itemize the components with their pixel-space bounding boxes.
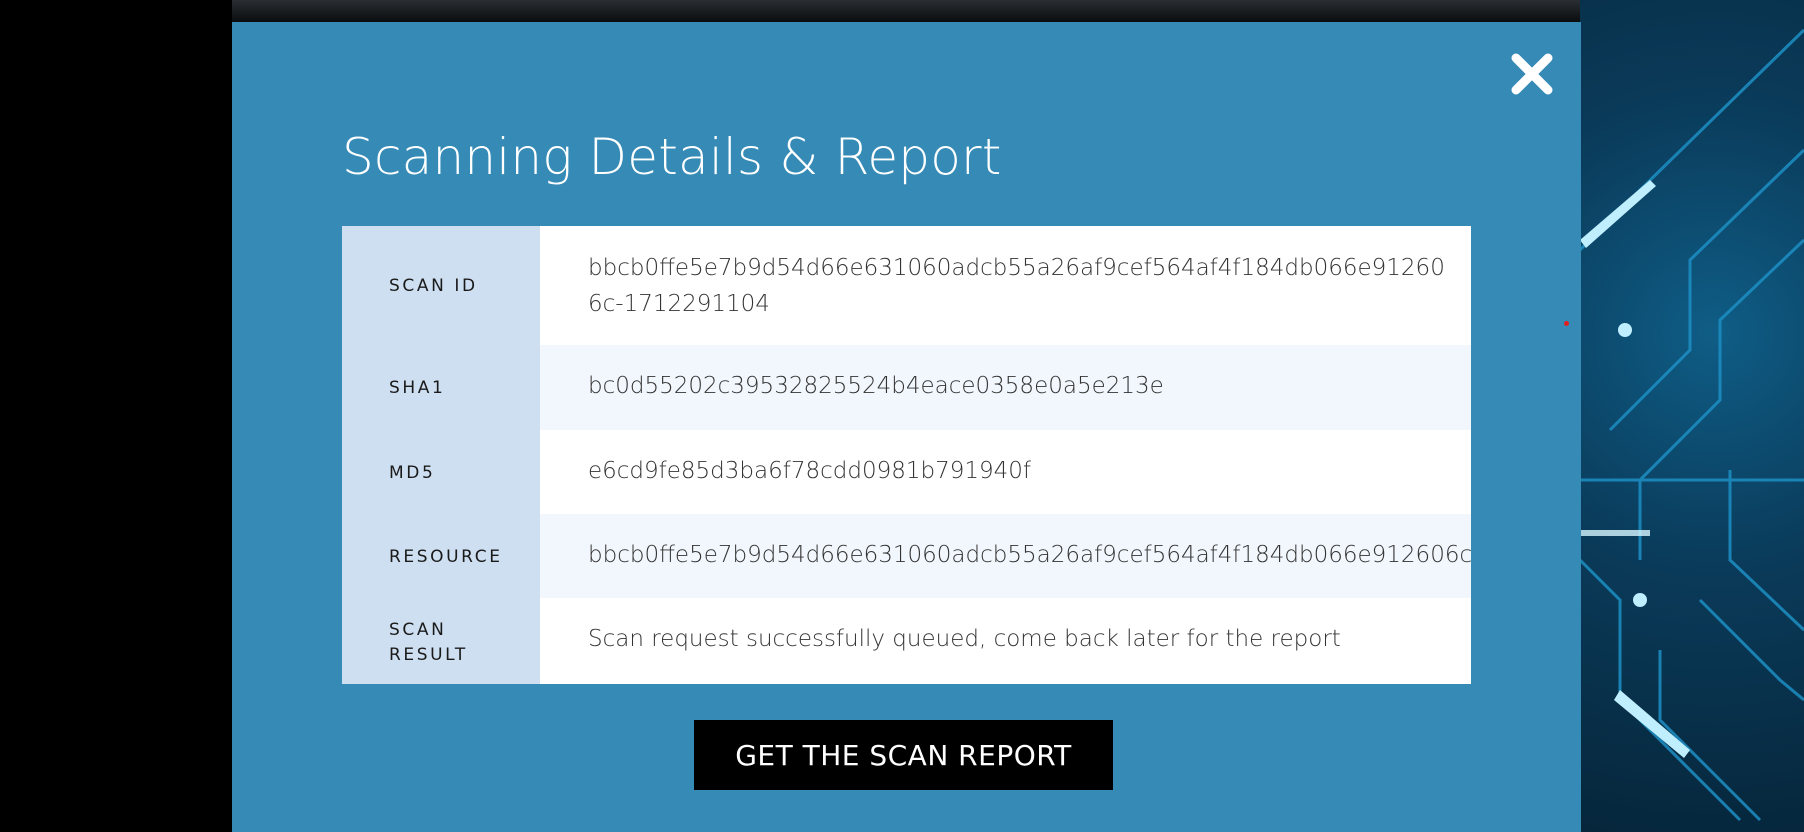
table-row: RESOURCE bbcb0ffe5e7b9d54d66e631060adcb5… <box>342 514 1473 598</box>
row-value: Scan request successfully queued, come b… <box>588 626 1341 652</box>
scan-details-table: SCAN ID bbcb0ffe5e7b9d54d66e631060adcb55… <box>342 226 1473 684</box>
row-label: RESOURCE <box>389 547 503 567</box>
row-label: SCAN RESULT <box>389 620 468 665</box>
table-row: SHA1 bc0d55202c39532825524b4eace0358e0a5… <box>342 345 1471 430</box>
modal-title: Scanning Details & Report <box>342 128 1002 186</box>
row-value: bc0d55202c39532825524b4eace0358e0a5e213e <box>588 373 1164 399</box>
page-top-bar <box>0 0 1804 22</box>
background-left <box>0 0 232 832</box>
row-value: bbcb0ffe5e7b9d54d66e631060adcb55a26af9ce… <box>588 542 1473 568</box>
table-row: SCAN ID bbcb0ffe5e7b9d54d66e631060adcb55… <box>342 226 1471 345</box>
table-row: SCAN RESULT Scan request successfully qu… <box>342 598 1471 684</box>
close-icon[interactable] <box>1508 50 1556 98</box>
background-circuit-image <box>1580 0 1804 832</box>
get-scan-report-button[interactable]: GET THE SCAN REPORT <box>694 720 1113 790</box>
row-value: bbcb0ffe5e7b9d54d66e631060adcb55a26af9ce… <box>588 255 1445 317</box>
row-label: SCAN ID <box>389 276 478 296</box>
indicator-dot <box>1564 321 1569 326</box>
table-row: MD5 e6cd9fe85d3ba6f78cdd0981b791940f <box>342 430 1471 514</box>
row-label: MD5 <box>389 463 436 483</box>
row-value: e6cd9fe85d3ba6f78cdd0981b791940f <box>588 458 1031 484</box>
row-label: SHA1 <box>389 378 446 398</box>
